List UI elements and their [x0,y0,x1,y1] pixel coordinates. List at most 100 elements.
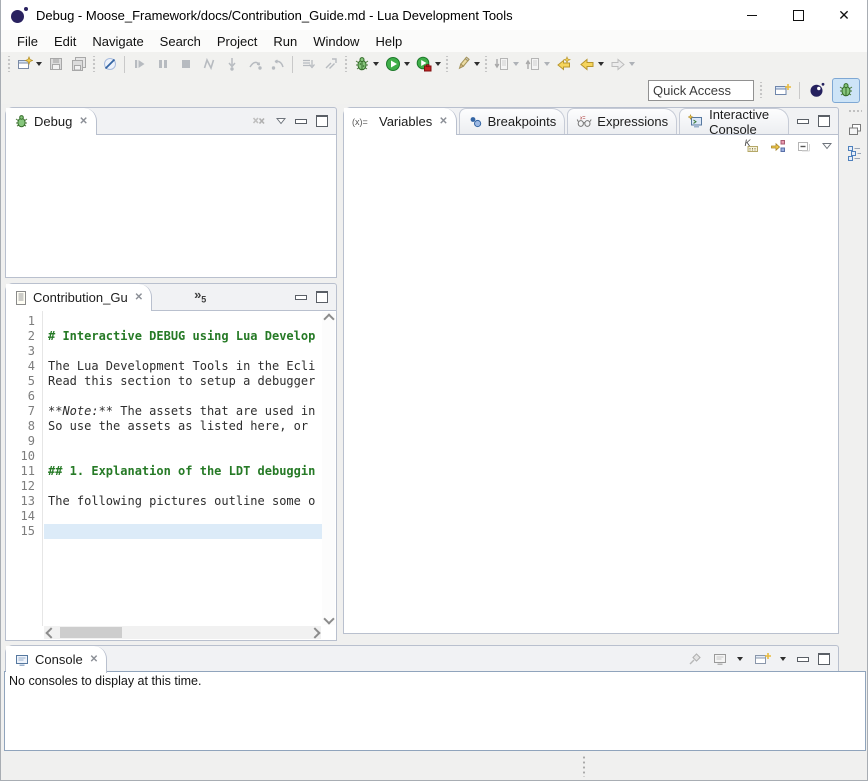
menu-project[interactable]: Project [209,32,265,51]
editor-line[interactable] [44,389,322,404]
suspend-button[interactable] [151,53,174,75]
toolbar-drag-handle[interactable] [92,56,96,72]
tab-console[interactable]: Console ✕ [6,646,107,673]
menu-search[interactable]: Search [152,32,209,51]
minimize-window-button[interactable] [729,0,775,30]
editor-line[interactable] [44,344,322,359]
tab-debug[interactable]: Debug ✕ [6,108,97,135]
display-selected-console-dropdown[interactable] [737,657,743,661]
toolbar-drag-handle[interactable] [7,56,11,72]
line-number[interactable]: 1 [6,314,42,329]
display-selected-console-button[interactable] [712,651,728,667]
editor-line[interactable] [44,434,322,449]
line-number[interactable]: 9 [6,434,42,449]
disconnect-button[interactable] [197,53,220,75]
toolbar-drag-handle[interactable] [445,56,449,72]
run-dropdown[interactable] [404,62,410,66]
outline-view-button[interactable] [844,142,866,164]
previous-annotation-dropdown[interactable] [544,62,550,66]
quick-access-input[interactable] [648,80,754,101]
tab-close-icon[interactable]: ✕ [135,292,143,303]
editor-line[interactable] [44,314,322,329]
tab-variables[interactable]: (x)= Variables ✕ [344,108,457,135]
tab-interactive-console[interactable]: Interactive Console [679,108,789,134]
editor-line[interactable]: Read this section to setup a debugger [44,374,322,389]
tab-expressions[interactable]: x= Expressions [567,108,677,134]
back-dropdown[interactable] [598,62,604,66]
menu-help[interactable]: Help [367,32,410,51]
minimize-view-button[interactable] [295,295,307,300]
debug-view-content[interactable] [6,134,336,277]
scroll-right-button[interactable] [308,626,321,639]
collapse-all-button[interactable] [796,138,812,154]
open-console-dropdown[interactable] [780,657,786,661]
toolbar-drag-handle[interactable] [484,56,488,72]
editor-line[interactable]: ## 1. Explanation of the LDT debuggin [44,464,322,479]
resume-button[interactable] [128,53,151,75]
maximize-view-button[interactable] [818,115,830,127]
back-button[interactable] [575,53,598,75]
scroll-down-button[interactable] [322,612,335,625]
menu-run[interactable]: Run [265,32,305,51]
line-number[interactable]: 12 [6,479,42,494]
editor-line[interactable]: # Interactive DEBUG using Lua Develop [44,329,322,344]
variables-view-content[interactable]: K [344,134,838,633]
next-annotation-dropdown[interactable] [513,62,519,66]
line-number[interactable]: 6 [6,389,42,404]
lua-perspective-button[interactable] [804,79,830,102]
menu-window[interactable]: Window [305,32,367,51]
view-menu-button[interactable] [822,142,832,150]
debug-button[interactable] [350,53,373,75]
show-type-names-button[interactable]: K [744,138,760,154]
new-wizard-button[interactable] [13,53,36,75]
previous-annotation-button[interactable] [521,53,544,75]
step-return-button[interactable] [266,53,289,75]
coverage-button[interactable] [412,53,435,75]
save-all-button[interactable] [67,53,90,75]
debug-perspective-button[interactable] [832,78,860,103]
step-over-button[interactable] [243,53,266,75]
editor-line[interactable] [44,449,322,464]
line-number[interactable]: 4 [6,359,42,374]
drop-to-frame-button[interactable] [296,53,319,75]
close-window-button[interactable]: ✕ [821,0,867,30]
menu-edit[interactable]: Edit [46,32,84,51]
minimize-view-button[interactable] [797,657,809,662]
editor-line[interactable]: The Lua Development Tools in the Ecli [44,359,322,374]
restore-view-button[interactable] [844,118,866,140]
editor-line[interactable] [44,509,322,524]
menu-file[interactable]: File [9,32,46,51]
coverage-dropdown[interactable] [435,62,441,66]
editor-vertical-scrollbar[interactable] [322,312,335,625]
scrollbar-thumb[interactable] [60,627,122,638]
open-perspective-button[interactable] [769,79,795,102]
remove-terminated-launches-button[interactable] [251,113,267,129]
editor-horizontal-scrollbar[interactable] [44,626,321,639]
editor-line[interactable]: So use the assets as listed here, or [44,419,322,434]
next-annotation-button[interactable] [490,53,513,75]
minimize-view-button[interactable] [295,119,307,124]
line-number[interactable]: 13 [6,494,42,509]
toolbar-drag-handle[interactable] [344,56,348,72]
terminate-button[interactable] [174,53,197,75]
new-wizard-dropdown[interactable] [36,62,42,66]
show-logical-structure-button[interactable] [770,138,786,154]
tab-close-icon[interactable]: ✕ [90,654,98,665]
open-console-button[interactable] [754,651,771,667]
maximize-window-button[interactable] [775,0,821,30]
minimize-view-button[interactable] [797,119,809,124]
line-number[interactable]: 2 [6,329,42,344]
line-number[interactable]: 11 [6,464,42,479]
editor-gutter[interactable]: 123456789101112131415 [6,311,43,626]
external-tools-button[interactable] [451,53,474,75]
statusbar-drag-handle[interactable] [582,755,586,777]
save-button[interactable] [44,53,67,75]
tab-contribution-guide[interactable]: Contribution_Gu ✕ [6,284,152,311]
line-number[interactable]: 3 [6,344,42,359]
scroll-up-button[interactable] [322,312,335,325]
pin-console-button[interactable] [687,651,703,667]
editor-line[interactable] [44,479,322,494]
tab-close-icon[interactable]: ✕ [439,116,447,127]
editor-code[interactable]: # Interactive DEBUG using Lua Develop Th… [44,311,322,626]
menu-navigate[interactable]: Navigate [84,32,151,51]
